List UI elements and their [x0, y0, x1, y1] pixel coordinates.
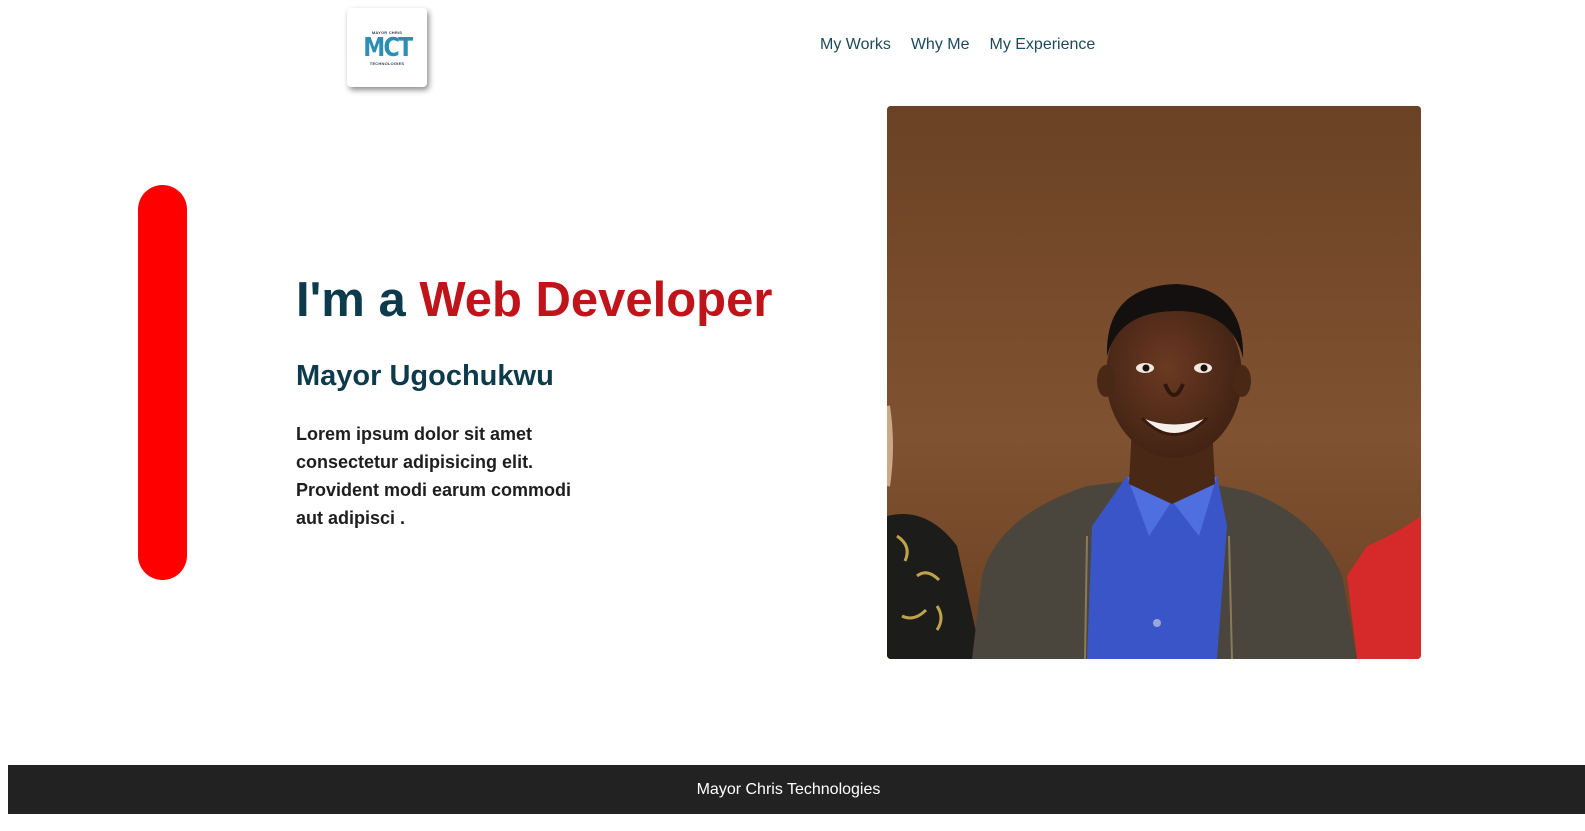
brand-logo[interactable]: MAYOR CHRIS MCT TECHNOLOGIES	[347, 8, 427, 87]
nav-link-my-experience[interactable]: My Experience	[989, 36, 1095, 54]
hero-description: Lorem ipsum dolor sit amet consectetur a…	[296, 424, 572, 528]
hero-title-accent: Web Developer	[419, 273, 773, 327]
hero-title: I'm a Web Developer	[296, 272, 772, 328]
profile-photo-illustration	[887, 106, 1421, 659]
footer-text: Mayor Chris Technologies	[696, 780, 881, 798]
nav-link-my-works[interactable]: My Works	[820, 36, 891, 54]
decorative-red-bar	[138, 185, 187, 580]
hero-name: Mayor Ugochukwu	[296, 360, 554, 392]
logo-mark: MCT	[362, 32, 413, 63]
nav-link-why-me[interactable]: Why Me	[911, 36, 970, 54]
site-footer: Mayor Chris Technologies	[8, 765, 1585, 814]
profile-photo	[887, 106, 1421, 659]
page: MAYOR CHRIS MCT TECHNOLOGIES My Works Wh…	[0, 0, 1585, 831]
main-nav: My Works Why Me My Experience	[820, 36, 1095, 54]
hero-title-prefix: I'm a	[296, 273, 420, 327]
